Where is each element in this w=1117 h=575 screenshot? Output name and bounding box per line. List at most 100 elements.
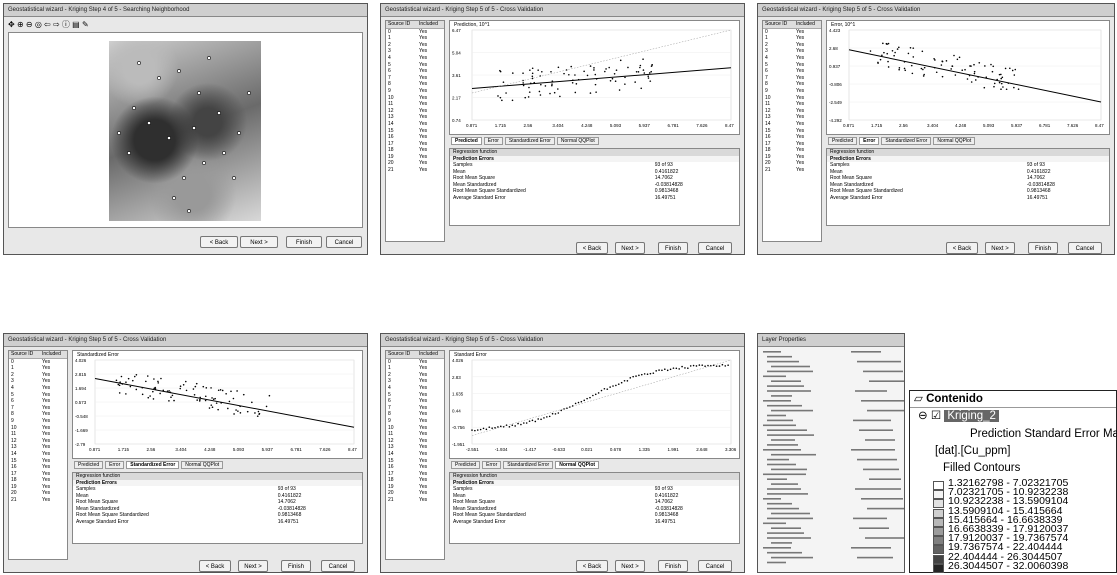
finish-button[interactable]: Finish [286, 236, 322, 248]
tab-standardized-error[interactable]: Standardized Error [503, 461, 554, 469]
table-row[interactable]: 3 Yes [763, 48, 821, 55]
table-row[interactable]: 12 Yes [763, 108, 821, 115]
table-row[interactable]: 14 Yes [9, 451, 67, 458]
table-row[interactable]: 5 Yes [763, 62, 821, 69]
next-button[interactable]: Next > [615, 242, 645, 254]
tab-normal-qqplot[interactable]: Normal QQPlot [181, 461, 224, 469]
table-row[interactable]: 2 Yes [763, 42, 821, 49]
table-row[interactable]: 18 Yes [763, 147, 821, 154]
table-row[interactable]: 20 Yes [386, 490, 444, 497]
back-button[interactable]: < Back [199, 560, 231, 572]
layer-name[interactable]: Kriging_2 [944, 410, 999, 422]
collapse-icon[interactable]: ⊖ [918, 410, 928, 422]
tab-predicted[interactable]: Predicted [74, 461, 104, 469]
table-row[interactable]: 3 Yes [386, 378, 444, 385]
table-row[interactable]: 1 Yes [763, 35, 821, 42]
table-row[interactable]: 8 Yes [763, 81, 821, 88]
table-row[interactable]: 21 Yes [9, 497, 67, 504]
tab-predicted[interactable]: Predicted [451, 137, 482, 145]
table-row[interactable]: 11 Yes [386, 431, 444, 438]
table-row[interactable]: 3 Yes [9, 378, 67, 385]
table-row[interactable]: 16 Yes [763, 134, 821, 141]
table-row[interactable]: 5 Yes [9, 392, 67, 399]
included-header[interactable]: Included [416, 351, 444, 359]
table-row[interactable]: 12 Yes [386, 438, 444, 445]
table-row[interactable]: 21 Yes [763, 167, 821, 174]
table-row[interactable]: 15 Yes [386, 458, 444, 465]
cancel-button[interactable]: Cancel [326, 236, 362, 248]
table-row[interactable]: 4 Yes [386, 385, 444, 392]
table-row[interactable]: 2 Yes [9, 372, 67, 379]
table-row[interactable]: 1 Yes [9, 365, 67, 372]
finish-button[interactable]: Finish [281, 560, 311, 572]
table-row[interactable]: 17 Yes [386, 471, 444, 478]
tab-error[interactable]: Error [482, 461, 502, 469]
table-row[interactable]: 2 Yes [386, 42, 444, 49]
tab-standardized-error[interactable]: Standardized Error [126, 461, 180, 469]
table-row[interactable]: 0 Yes [386, 28, 444, 35]
table-row[interactable]: 6 Yes [9, 398, 67, 405]
tab-predicted[interactable]: Predicted [828, 137, 858, 145]
table-row[interactable]: 18 Yes [386, 147, 444, 154]
table-row[interactable]: 5 Yes [386, 62, 444, 69]
table-row[interactable]: 10 Yes [9, 425, 67, 432]
table-row[interactable]: 13 Yes [386, 444, 444, 451]
table-row[interactable]: 4 Yes [763, 55, 821, 62]
table-row[interactable]: 10 Yes [386, 95, 444, 102]
table-row[interactable]: 1 Yes [386, 35, 444, 42]
table-row[interactable]: 2 Yes [386, 372, 444, 379]
finish-button[interactable]: Finish [658, 242, 688, 254]
table-row[interactable]: 8 Yes [9, 411, 67, 418]
table-row[interactable]: 1 Yes [386, 365, 444, 372]
table-row[interactable]: 9 Yes [386, 418, 444, 425]
table-row[interactable]: 20 Yes [386, 160, 444, 167]
table-row[interactable]: 0 Yes [386, 358, 444, 365]
settings-icon[interactable]: ✎ [82, 20, 89, 29]
table-row[interactable]: 19 Yes [386, 484, 444, 491]
table-row[interactable]: 6 Yes [386, 68, 444, 75]
back-button[interactable]: < Back [576, 242, 608, 254]
back-button[interactable]: < Back [576, 560, 608, 572]
tab-error[interactable]: Error [483, 137, 503, 145]
table-row[interactable]: 12 Yes [386, 108, 444, 115]
table-row[interactable]: 0 Yes [763, 28, 821, 35]
table-row[interactable]: 17 Yes [386, 141, 444, 148]
next-button[interactable]: Next > [238, 560, 268, 572]
tab-normal-qqplot[interactable]: Normal QQPlot [933, 137, 976, 145]
table-row[interactable]: 19 Yes [386, 154, 444, 161]
table-row[interactable]: 7 Yes [386, 75, 444, 82]
table-row[interactable]: 18 Yes [386, 477, 444, 484]
back-button[interactable]: < Back [200, 236, 238, 248]
source-id-header[interactable]: Source ID [763, 21, 794, 29]
included-header[interactable]: Included [39, 351, 67, 359]
table-row[interactable]: 3 Yes [386, 48, 444, 55]
tab-error[interactable]: Error [859, 137, 880, 145]
zoom-in-icon[interactable]: ⊕ [17, 20, 24, 29]
zoom-out-icon[interactable]: ⊖ [26, 20, 33, 29]
back-icon[interactable]: ⇦ [44, 20, 51, 29]
next-button[interactable]: Next > [985, 242, 1015, 254]
tab-standardized-error[interactable]: Standardized Error [881, 137, 932, 145]
finish-button[interactable]: Finish [658, 560, 688, 572]
cancel-button[interactable]: Cancel [698, 242, 732, 254]
tab-error[interactable]: Error [105, 461, 125, 469]
tab-normal-qqplot[interactable]: Normal QQPlot [555, 461, 600, 469]
table-row[interactable]: 18 Yes [9, 477, 67, 484]
table-row[interactable]: 11 Yes [9, 431, 67, 438]
layer-icon[interactable]: ▤ [72, 20, 80, 29]
table-row[interactable]: 10 Yes [763, 95, 821, 102]
back-button[interactable]: < Back [946, 242, 978, 254]
table-row[interactable]: 8 Yes [386, 81, 444, 88]
table-row[interactable]: 14 Yes [386, 451, 444, 458]
table-row[interactable]: 15 Yes [763, 128, 821, 135]
included-header[interactable]: Included [793, 21, 821, 29]
table-row[interactable]: 13 Yes [763, 114, 821, 121]
table-row[interactable]: 16 Yes [386, 464, 444, 471]
next-button[interactable]: Next > [615, 560, 645, 572]
table-row[interactable]: 17 Yes [763, 141, 821, 148]
table-row[interactable]: 10 Yes [386, 425, 444, 432]
table-row[interactable]: 11 Yes [763, 101, 821, 108]
layer-row[interactable]: ⊖ ☑ Kriging_2 [918, 409, 999, 423]
identify-icon[interactable]: ⓘ [62, 20, 70, 29]
table-row[interactable]: 17 Yes [9, 471, 67, 478]
